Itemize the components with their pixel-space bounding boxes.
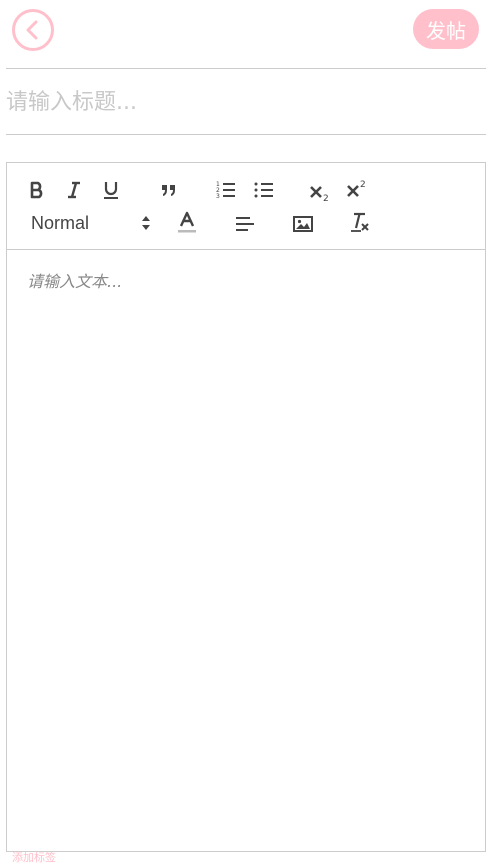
bullet-list-button[interactable] (252, 179, 276, 201)
ordered-list-button[interactable]: 1 2 3 (214, 179, 238, 201)
subscript-icon: 2 (310, 186, 329, 203)
image-icon (293, 216, 313, 232)
sort-arrows-icon (142, 216, 150, 230)
text-color-button[interactable] (175, 211, 199, 235)
subscript-button[interactable]: 2 (308, 179, 332, 203)
back-button[interactable] (12, 9, 54, 51)
superscript-button[interactable]: 2 (345, 177, 369, 201)
underline-icon (104, 182, 118, 199)
align-button[interactable] (233, 213, 257, 235)
title-input[interactable] (6, 80, 486, 124)
divider-top (6, 68, 486, 69)
editor-placeholder: 请输入文本... (27, 272, 123, 291)
insert-image-button[interactable] (291, 213, 315, 235)
text-color-icon (178, 211, 196, 233)
italic-icon (68, 181, 80, 199)
svg-text:2: 2 (360, 180, 366, 190)
superscript-icon: 2 (347, 180, 366, 197)
underline-button[interactable] (100, 179, 122, 201)
post-button[interactable]: 发帖 (413, 9, 479, 49)
editor-content-area[interactable]: 请输入文本... (7, 250, 485, 850)
bold-button[interactable] (27, 179, 47, 201)
quote-icon (162, 185, 175, 196)
divider-title (6, 134, 486, 135)
italic-button[interactable] (64, 179, 84, 201)
clear-format-button[interactable] (349, 211, 373, 235)
header-format-select[interactable]: Normal (31, 211, 151, 235)
editor-toolbar: 1 2 3 2 2 Normal (7, 163, 485, 250)
ordered-list-icon: 1 2 3 (216, 181, 235, 200)
add-tag-link[interactable]: 添加标签 (12, 852, 56, 863)
svg-text:2: 2 (323, 194, 329, 203)
bullet-list-icon (254, 182, 273, 198)
format-select-value: Normal (31, 212, 90, 233)
blockquote-button[interactable] (158, 179, 180, 201)
align-left-icon (236, 217, 254, 231)
rich-text-editor: 1 2 3 2 2 Normal 请输入文本... (6, 162, 486, 852)
bold-icon (30, 181, 43, 199)
svg-text:3: 3 (216, 193, 220, 200)
chevron-left-icon (26, 20, 38, 40)
clear-format-icon (351, 212, 369, 232)
